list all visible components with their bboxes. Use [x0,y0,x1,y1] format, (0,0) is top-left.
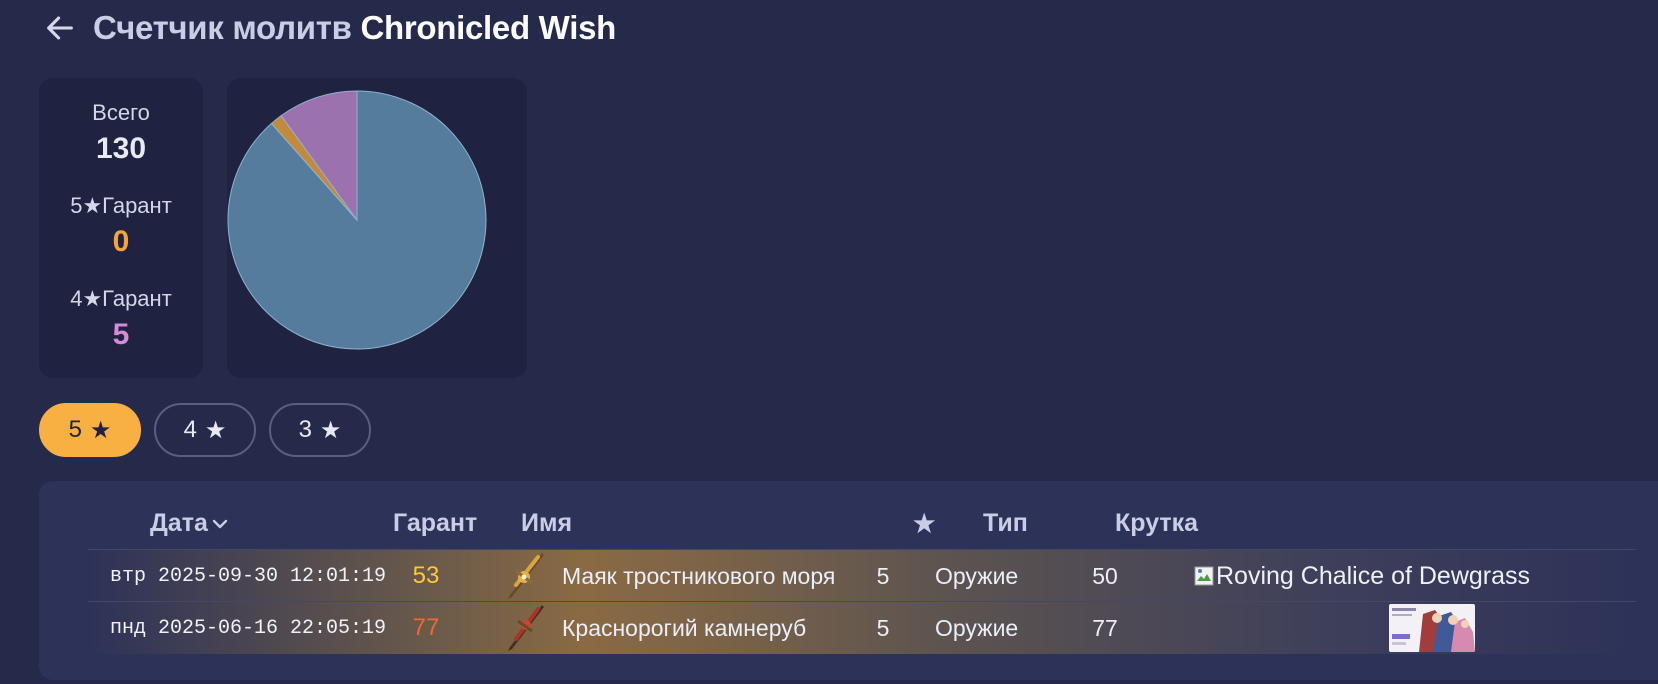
broken-image-icon [1194,566,1214,586]
rarity-filters: 5 ★ 4 ★ 3 ★ [39,403,371,457]
row-type: Оружие [935,614,1019,641]
column-date-label: Дата [150,509,208,537]
four-star-pity-value: 5 [112,318,130,351]
row-pity: 77 [412,614,440,641]
column-star: ★ [913,510,936,538]
weapon-icon [502,550,546,602]
page-title-prefix: Счетчик молитв [93,9,352,46]
column-type: Тип [983,509,1028,537]
five-star-pity-label: 5★Гарант [70,193,172,218]
column-date[interactable]: Дата [150,509,230,538]
filter-label: 5 [68,416,82,443]
row-type: Оружие [935,562,1019,589]
row-roll: 50 [1092,562,1118,589]
row-date: втр 2025-09-30 12:01:19 [110,564,387,588]
row-stars: 5 [876,562,890,589]
weapon-icon [502,602,546,654]
filter-label: 3 [298,416,312,443]
page-title: Счетчик молитв Chronicled Wish [93,9,616,47]
total-label: Всего [92,100,150,125]
banner-thumbnail [1389,602,1475,654]
star-icon: ★ [89,416,112,444]
five-star-pity-value: 0 [112,225,130,258]
column-name: Имя [521,509,573,537]
banner-image-alt: Roving Chalice of Dewgrass [1216,561,1531,590]
arrow-left-icon [47,16,73,40]
wish-history-table: Дата Гарант Имя ★ Тип Крутка втр 2025-09… [39,481,1658,680]
star-icon: ★ [319,416,342,444]
filter-3-star[interactable]: 3 ★ [269,403,371,457]
page-header: Счетчик молитв Chronicled Wish [40,4,616,52]
filter-5-star[interactable]: 5 ★ [39,403,141,457]
chevron-down-icon [212,519,228,528]
page-title-banner: Chronicled Wish [360,9,617,46]
filter-label: 4 [183,416,197,443]
pie-chart-card [227,78,527,378]
star-icon: ★ [204,416,227,444]
column-pity: Гарант [393,509,478,537]
table-row[interactable]: пнд 2025-06-16 22:05:19 77 Краснорогий к… [88,601,1636,654]
back-button[interactable] [40,8,80,48]
row-pity: 53 [412,562,440,589]
row-date: пнд 2025-06-16 22:05:19 [110,616,387,640]
filter-4-star[interactable]: 4 ★ [154,403,256,457]
banner-image-broken: Roving Chalice of Dewgrass [1194,550,1530,602]
stats-card: Всего 130 5★Гарант 0 4★Гарант 5 [39,78,203,378]
row-stars: 5 [876,614,890,641]
four-star-pity-label: 4★Гарант [70,286,172,311]
row-item-name: Краснорогий камнеруб [562,614,807,641]
total-value: 130 [95,132,147,165]
pie-chart [227,90,487,350]
table-row[interactable]: втр 2025-09-30 12:01:19 53 Маяк тростник… [88,549,1636,602]
row-item-name: Маяк тростникового моря [562,562,836,589]
column-roll: Крутка [1115,509,1199,537]
table-header: Дата Гарант Имя ★ Тип Крутка [89,509,1589,545]
row-roll: 77 [1092,614,1118,641]
